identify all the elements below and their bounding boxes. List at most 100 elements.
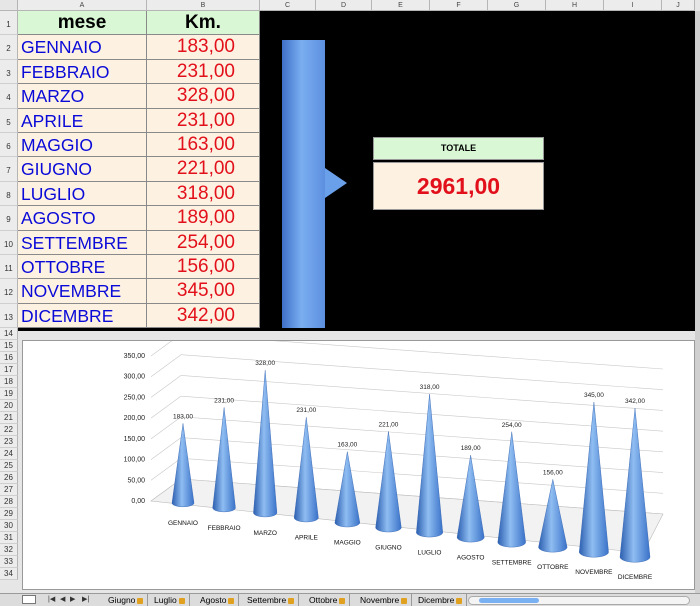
month-cell[interactable]: LUGLIO: [18, 181, 147, 207]
column-header-j[interactable]: J: [662, 0, 695, 11]
row-header[interactable]: 31: [0, 532, 18, 545]
row-header[interactable]: 34: [0, 568, 18, 581]
sheet-tab-label: Dicembre: [418, 595, 455, 605]
row-header[interactable]: 5: [0, 108, 18, 133]
column-header-a[interactable]: A: [18, 0, 147, 11]
row-header[interactable]: 23: [0, 436, 18, 449]
km-cell[interactable]: 328,00: [147, 84, 260, 109]
lock-icon: [339, 597, 346, 604]
sheet-tab[interactable]: Settembre: [243, 594, 300, 606]
km-cell-text: 163,00: [176, 134, 235, 155]
scroll-thumb[interactable]: [479, 598, 539, 603]
sheet-tab-bar: |◀ ◀ ▶ ▶| Giugno Luglio Agosto Settembre Ottobr…: [0, 593, 700, 606]
row-header[interactable]: 11: [0, 255, 18, 280]
totale-value-cell[interactable]: 2961,00: [373, 162, 544, 210]
sheet-tab[interactable]: Dicembre: [414, 594, 468, 606]
row-header[interactable]: 8: [0, 181, 18, 207]
column-header-e[interactable]: E: [372, 0, 430, 11]
row-header[interactable]: 16: [0, 352, 18, 365]
row-header[interactable]: 33: [0, 556, 18, 569]
sheet-tab[interactable]: Giugno: [104, 594, 149, 606]
month-cell[interactable]: AGOSTO: [18, 206, 147, 231]
column-header-b[interactable]: B: [147, 0, 260, 11]
month-cell[interactable]: GENNAIO: [18, 35, 147, 60]
km-cell[interactable]: 231,00: [147, 59, 260, 85]
column-header-c[interactable]: C: [260, 0, 316, 11]
column-header-i[interactable]: I: [604, 0, 662, 11]
km-cell[interactable]: 345,00: [147, 279, 260, 304]
select-all-corner[interactable]: [0, 0, 18, 11]
km-cell[interactable]: 189,00: [147, 206, 260, 231]
column-header-h[interactable]: H: [546, 0, 604, 11]
row-header[interactable]: 22: [0, 424, 18, 437]
km-cell-text: 342,00: [176, 304, 235, 326]
row-header[interactable]: 18: [0, 376, 18, 389]
row-header[interactable]: 4: [0, 84, 18, 109]
sheet-tab[interactable]: Luglio: [150, 594, 190, 606]
row-header[interactable]: 29: [0, 508, 18, 521]
row-header[interactable]: 7: [0, 157, 18, 182]
row-header[interactable]: 14: [0, 328, 18, 341]
totale-label-cell[interactable]: TOTALE: [373, 137, 544, 160]
row-header[interactable]: 6: [0, 133, 18, 158]
sheet-tab[interactable]: Novembre: [356, 594, 413, 606]
cone-bar: [334, 451, 361, 528]
horizontal-scrollbar[interactable]: [468, 596, 690, 605]
row-header[interactable]: 28: [0, 496, 18, 509]
lock-icon: [401, 597, 408, 604]
sheet-nav-button[interactable]: ▶|: [82, 595, 89, 603]
row-header[interactable]: 25: [0, 460, 18, 473]
km-cell[interactable]: 221,00: [147, 157, 260, 182]
row-header[interactable]: 9: [0, 206, 18, 231]
row-header[interactable]: 15: [0, 340, 18, 353]
km-cell[interactable]: 183,00: [147, 35, 260, 60]
km-cell[interactable]: 163,00: [147, 133, 260, 158]
row-header[interactable]: 2: [0, 35, 18, 60]
row-header[interactable]: 19: [0, 388, 18, 401]
header-km-cell[interactable]: Km.: [147, 11, 260, 36]
row-header[interactable]: 1: [0, 11, 18, 36]
vertical-scrollbar[interactable]: [695, 11, 700, 593]
cone-bar: [293, 417, 319, 523]
month-cell[interactable]: APRILE: [18, 108, 147, 133]
km-cell[interactable]: 231,00: [147, 108, 260, 133]
month-cell[interactable]: MAGGIO: [18, 133, 147, 158]
month-cell[interactable]: MARZO: [18, 84, 147, 109]
sheet-tab[interactable]: Agosto: [196, 594, 240, 606]
column-header-d[interactable]: D: [316, 0, 372, 11]
row-header[interactable]: 30: [0, 520, 18, 533]
month-cell[interactable]: FEBBRAIO: [18, 59, 147, 85]
column-header-f[interactable]: F: [430, 0, 488, 11]
km-cell[interactable]: 254,00: [147, 230, 260, 255]
month-cell-text: GENNAIO: [21, 37, 102, 58]
month-cell[interactable]: NOVEMBRE: [18, 279, 147, 304]
cone-chart[interactable]: 0,00 50,00 100,00 150,00 200,00 250,00 300,00 3…: [22, 333, 695, 590]
km-cell[interactable]: 318,00: [147, 181, 260, 207]
row-header[interactable]: 10: [0, 230, 18, 255]
km-cell[interactable]: 342,00: [147, 303, 260, 329]
row-header[interactable]: 24: [0, 448, 18, 461]
row-header[interactable]: 21: [0, 412, 18, 425]
sheet-nav-button[interactable]: ◀: [60, 595, 65, 603]
header-mese-cell[interactable]: mese: [18, 11, 147, 36]
month-cell[interactable]: SETTEMBRE: [18, 230, 147, 255]
sheet-nav-button[interactable]: ▶: [70, 595, 75, 603]
row-header[interactable]: 32: [0, 544, 18, 557]
data-label: 328,00: [255, 360, 275, 367]
month-cell[interactable]: OTTOBRE: [18, 255, 147, 280]
km-cell[interactable]: 156,00: [147, 255, 260, 280]
row-header[interactable]: 20: [0, 400, 18, 413]
month-cell[interactable]: DICEMBRE: [18, 303, 147, 329]
month-cell[interactable]: GIUGNO: [18, 157, 147, 182]
row-header[interactable]: 17: [0, 364, 18, 377]
row-header[interactable]: 12: [0, 279, 18, 304]
row-header[interactable]: 13: [0, 303, 18, 329]
row-header[interactable]: 3: [0, 59, 18, 85]
sheet-nav-button[interactable]: |◀: [48, 595, 55, 603]
column-header-g[interactable]: G: [488, 0, 546, 11]
row-header[interactable]: 27: [0, 484, 18, 497]
row-header[interactable]: 26: [0, 472, 18, 485]
sheet-tab[interactable]: Ottobre: [305, 594, 351, 606]
cone-bar: [416, 394, 443, 538]
sheet-view-icon[interactable]: [22, 595, 36, 604]
